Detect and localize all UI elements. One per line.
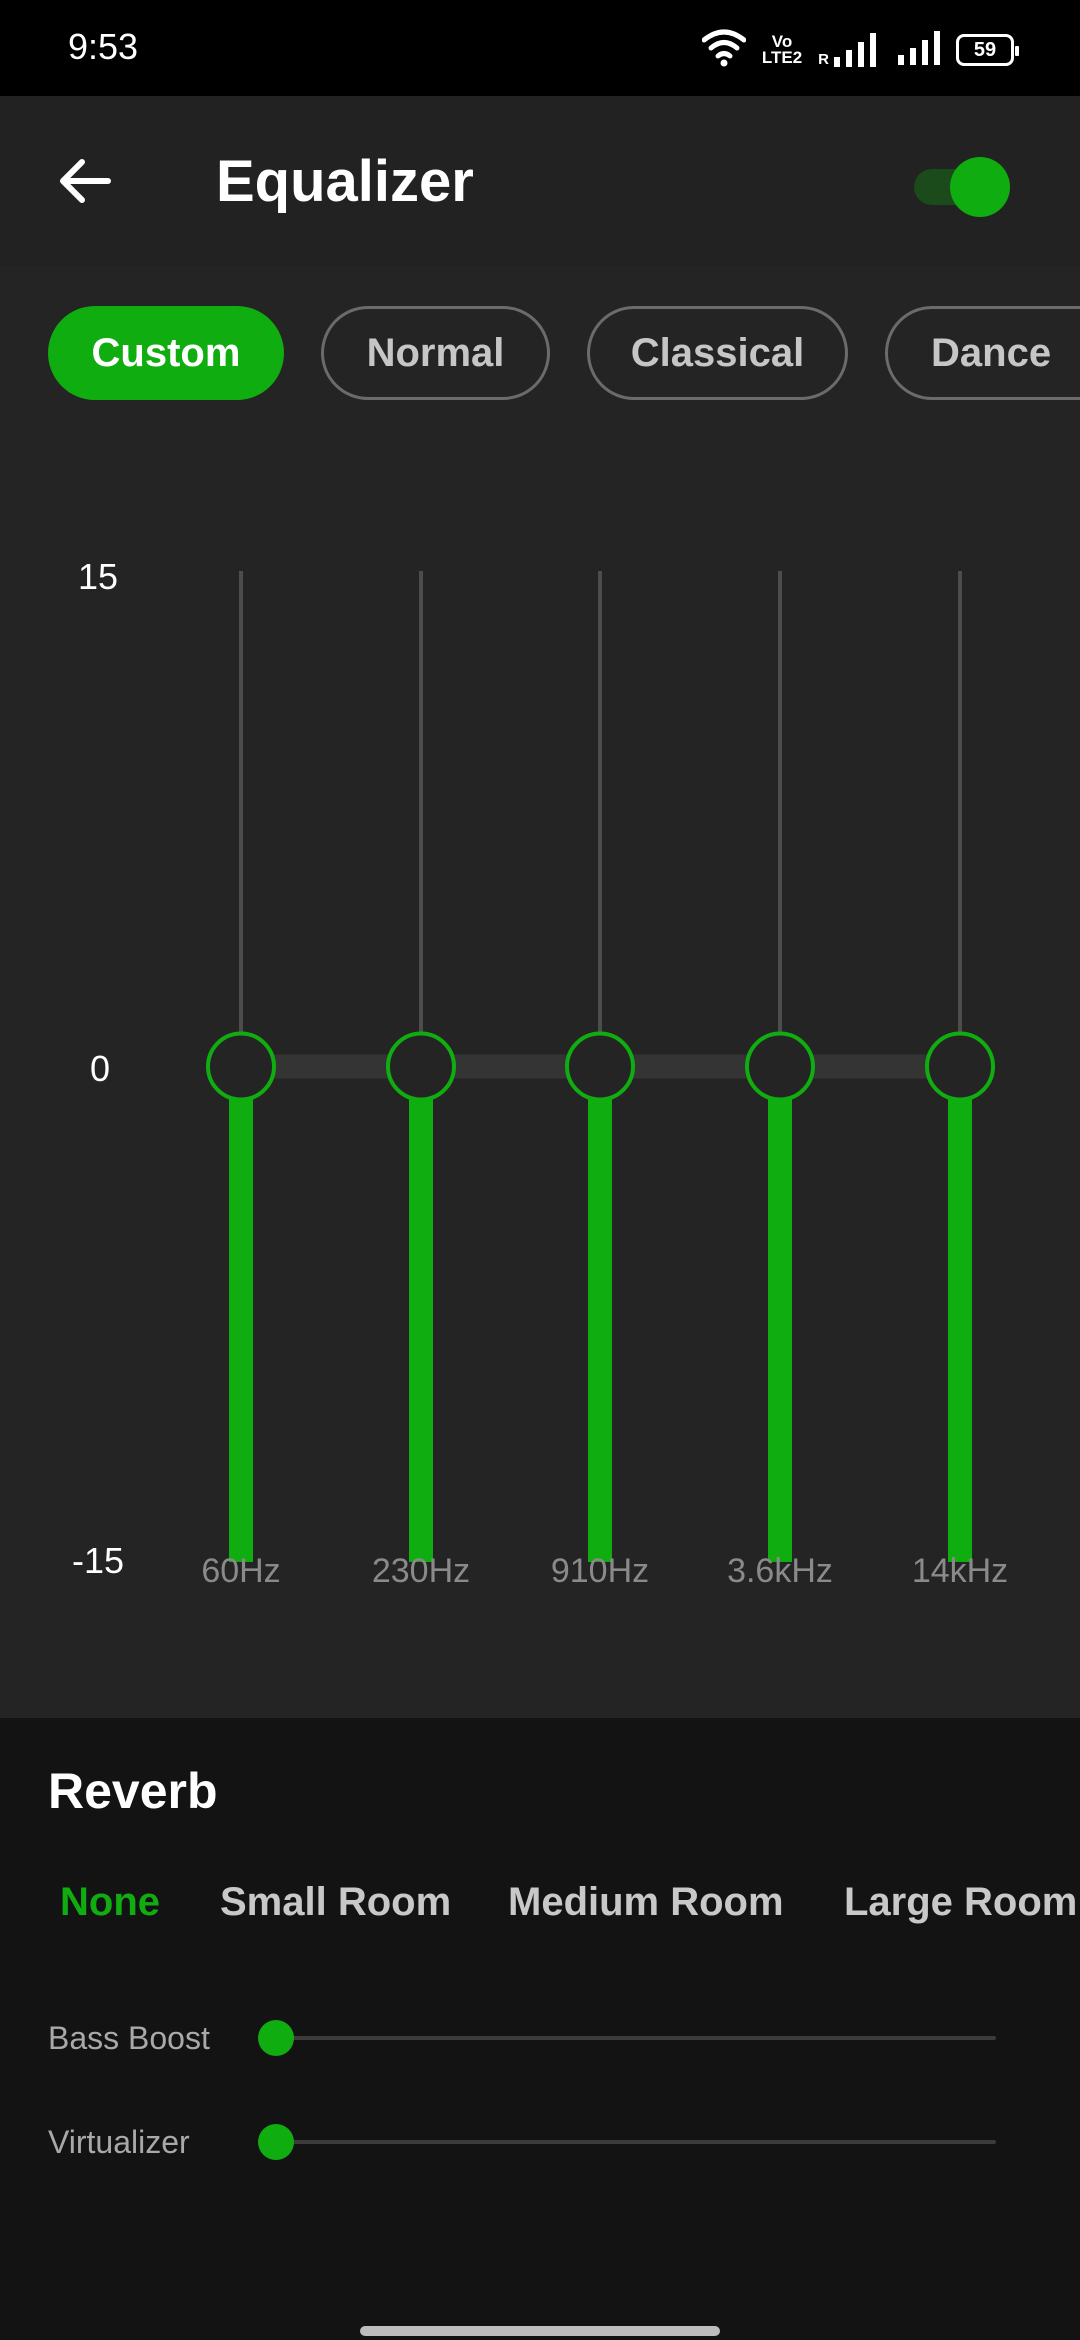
home-indicator[interactable] (360, 2326, 720, 2336)
bass-boost-label: Bass Boost (48, 2020, 210, 2056)
band-knob[interactable] (925, 1031, 995, 1102)
band-knob[interactable] (565, 1031, 635, 1102)
band-level-bar (768, 1066, 792, 1562)
status-bar: 9:53 Vo LTE2 R 59 (0, 0, 1080, 96)
status-time: 9:53 (68, 26, 139, 67)
toggle-thumb (950, 157, 1010, 217)
virtualizer-label: Virtualizer (48, 2124, 190, 2160)
app-bar: Equalizer (0, 96, 1080, 266)
band-level-bar (409, 1066, 433, 1562)
battery-icon: 59 (956, 34, 1019, 66)
equalizer-panel: Custom Normal Classical Dance 15 0 -15 6… (0, 266, 1080, 1718)
virtualizer-slider[interactable] (276, 2140, 996, 2144)
reverb-option-none[interactable]: None (60, 1880, 160, 1925)
bass-boost-thumb[interactable] (258, 2020, 294, 2056)
status-icons: Vo LTE2 R 59 (701, 28, 1019, 73)
band-level-bar (588, 1066, 612, 1562)
battery-level: 59 (973, 38, 997, 61)
reverb-title: Reverb (48, 1763, 218, 1819)
back-button[interactable] (50, 146, 120, 216)
reverb-option-small-room[interactable]: Small Room (220, 1880, 451, 1925)
reverb-option-medium-room[interactable]: Medium Room (508, 1880, 784, 1925)
effects-panel: Reverb None Small Room Medium Room Large… (0, 1718, 1080, 2340)
frequency-label: 3.6kHz (727, 1552, 833, 1590)
equalizer-chart: 15 0 -15 60Hz 230Hz 910Hz 3.6kHz 14kHz (0, 266, 1080, 1718)
wifi-icon (701, 28, 747, 73)
page-title: Equalizer (216, 149, 474, 214)
equalizer-toggle[interactable] (914, 153, 1010, 221)
roaming-indicator: R (818, 51, 829, 68)
band-level-bar (229, 1066, 253, 1562)
signal-icon: R (818, 33, 882, 67)
arrow-left-icon (60, 159, 111, 203)
bass-boost-slider[interactable] (276, 2036, 996, 2040)
equalizer-sliders (206, 571, 995, 1562)
volte-bottom: LTE2 (761, 48, 803, 67)
band-knob[interactable] (206, 1031, 276, 1102)
reverb-option-large-room[interactable]: Large Room (844, 1880, 1077, 1925)
virtualizer-thumb[interactable] (258, 2124, 294, 2160)
frequency-label: 60Hz (201, 1552, 281, 1590)
band-knob[interactable] (745, 1031, 815, 1102)
band-knob[interactable] (386, 1031, 456, 1102)
frequency-label: 14kHz (911, 1552, 1009, 1590)
frequency-label: 230Hz (371, 1552, 471, 1590)
signal-icon (898, 30, 940, 70)
band-level-bar (948, 1066, 972, 1562)
volte-icon: Vo LTE2 (761, 33, 803, 67)
frequency-label: 910Hz (550, 1552, 650, 1590)
